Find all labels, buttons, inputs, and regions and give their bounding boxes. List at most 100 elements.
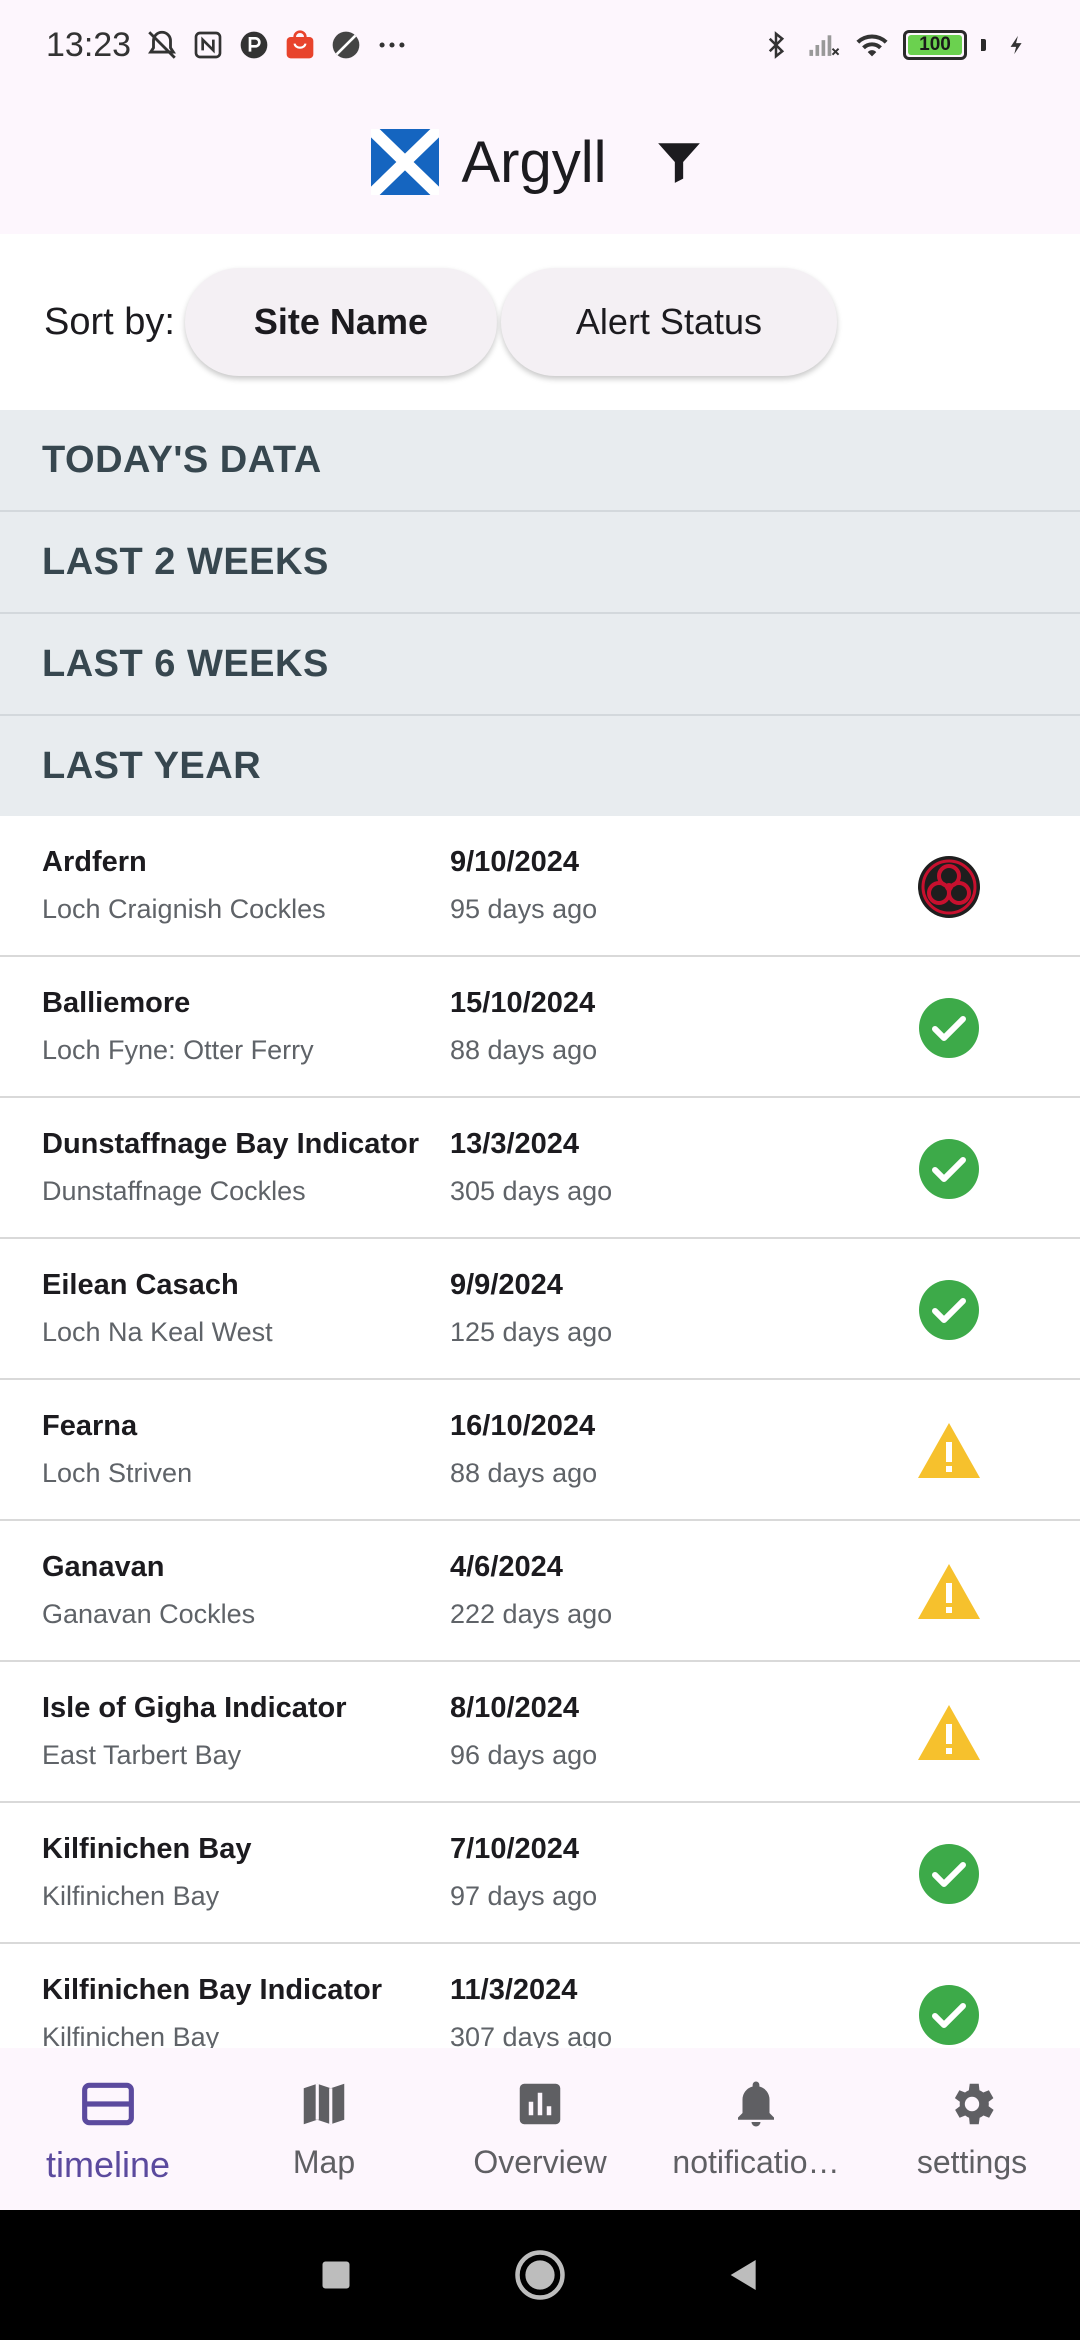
list-item[interactable]: Kilfinichen Bay Indicator Kilfinichen Bay…	[0, 1944, 1080, 2048]
filter-button[interactable]	[649, 132, 709, 192]
site-name: Ganavan	[42, 1551, 165, 1583]
site-area: Kilfinichen Bay	[42, 1881, 220, 1911]
bluetooth-icon	[759, 28, 793, 62]
nav-label-settings: settings	[916, 2144, 1028, 2180]
signal-icon	[807, 28, 841, 62]
site-area: Kilfinichen Bay	[42, 2022, 220, 2048]
section-last-year[interactable]: LAST YEAR	[0, 716, 1080, 818]
days-ago: 307 days ago	[450, 2022, 613, 2048]
home-button[interactable]	[513, 2248, 567, 2302]
sample-date: 4/6/2024	[450, 1551, 563, 1583]
site-area: Loch Craignish Cockles	[42, 894, 326, 924]
list-item[interactable]: Kilfinichen Bay Kilfinichen Bay 7/10/2024 9…	[0, 1803, 1080, 1944]
battery-level: 100	[919, 34, 951, 55]
app-bar: Argyll	[0, 90, 1080, 234]
bottom-navigation: timeline Map Overview notificatio… setti…	[0, 2048, 1080, 2210]
days-ago: 88 days ago	[450, 1458, 598, 1488]
sort-site-name-chip[interactable]: Site Name	[184, 268, 497, 376]
site-area: East Tarbert Bay	[42, 1740, 242, 1770]
check-circle-icon	[916, 1277, 982, 1343]
site-name: Isle of Gigha Indicator	[42, 1692, 347, 1724]
check-circle-icon	[916, 995, 982, 1061]
list-item[interactable]: Isle of Gigha Indicator East Tarbert Bay 8…	[0, 1662, 1080, 1803]
muted-alarm-icon	[145, 28, 179, 62]
list-item[interactable]: Fearna Loch Striven 16/10/2024 88 days ago	[0, 1380, 1080, 1521]
nav-notifications[interactable]: notificatio…	[648, 2048, 864, 2210]
wifi-icon	[855, 28, 889, 62]
sample-date: 11/3/2024	[450, 1974, 578, 2006]
sort-label: Sort by:	[44, 300, 175, 343]
nfc-icon	[191, 28, 225, 62]
sort-alert-status-chip[interactable]: Alert Status	[500, 268, 837, 376]
back-button[interactable]	[717, 2248, 771, 2302]
site-name: Balliemore	[42, 987, 191, 1019]
recents-button[interactable]	[309, 2248, 363, 2302]
bell-icon	[726, 2074, 786, 2134]
status-time: 13:23	[46, 25, 132, 64]
nav-label-notifications: notificatio…	[672, 2144, 840, 2180]
status-bar: 13:23 100	[0, 0, 1080, 90]
sample-date: 8/10/2024	[450, 1692, 580, 1724]
section-last-2-weeks[interactable]: LAST 2 WEEKS	[0, 512, 1080, 614]
shopping-app-icon	[283, 28, 317, 62]
days-ago: 88 days ago	[450, 1035, 598, 1065]
warning-triangle-icon	[916, 1559, 982, 1625]
site-area: Dunstaffnage Cockles	[42, 1176, 306, 1206]
days-ago: 95 days ago	[450, 894, 598, 924]
section-last-6-weeks[interactable]: LAST 6 WEEKS	[0, 614, 1080, 716]
charging-icon	[1000, 28, 1034, 62]
nav-label-overview: Overview	[473, 2144, 607, 2180]
nav-overview[interactable]: Overview	[432, 2048, 648, 2210]
site-name: Dunstaffnage Bay Indicator	[42, 1128, 420, 1160]
nav-timeline[interactable]: timeline	[0, 2048, 216, 2210]
app-p-icon	[237, 28, 271, 62]
site-list[interactable]: Ardfern Loch Craignish Cockles 9/10/2024 95…	[0, 816, 1080, 2048]
battery-indicator: 100	[903, 30, 967, 60]
site-name: Kilfinichen Bay	[42, 1833, 252, 1865]
warning-triangle-icon	[916, 1418, 982, 1484]
sample-date: 16/10/2024	[450, 1410, 596, 1442]
system-navigation-bar	[0, 2210, 1080, 2340]
nav-map[interactable]: Map	[216, 2048, 432, 2210]
more-icon	[375, 28, 409, 62]
check-circle-icon	[916, 1982, 982, 2048]
list-item[interactable]: Balliemore Loch Fyne: Otter Ferry 15/10/20…	[0, 957, 1080, 1098]
days-ago: 305 days ago	[450, 1176, 613, 1206]
filter-icon	[657, 143, 700, 183]
site-name: Kilfinichen Bay Indicator	[42, 1974, 382, 2006]
timeline-icon	[78, 2074, 138, 2134]
square-icon	[322, 2261, 350, 2289]
site-area: Loch Fyne: Otter Ferry	[42, 1035, 314, 1065]
section-todays-data[interactable]: TODAY'S DATA	[0, 410, 1080, 512]
bar-chart-icon	[510, 2074, 570, 2134]
days-ago: 97 days ago	[450, 1881, 598, 1911]
list-item[interactable]: Ardfern Loch Craignish Cockles 9/10/2024 95…	[0, 816, 1080, 957]
nav-label-timeline: timeline	[45, 2144, 171, 2185]
list-item[interactable]: Dunstaffnage Bay Indicator Dunstaffnage C…	[0, 1098, 1080, 1239]
status-notification-icons	[145, 28, 409, 62]
site-area: Ganavan Cockles	[42, 1599, 256, 1629]
site-area: Loch Striven	[42, 1458, 193, 1488]
site-area: Loch Na Keal West	[42, 1317, 273, 1347]
gear-icon	[942, 2074, 1002, 2134]
warning-triangle-icon	[916, 1700, 982, 1766]
sample-date: 15/10/2024	[450, 987, 596, 1019]
list-item[interactable]: Ganavan Ganavan Cockles 4/6/2024 222 days a…	[0, 1521, 1080, 1662]
home-circle-icon	[515, 2250, 565, 2300]
back-triangle-icon	[730, 2260, 756, 2290]
days-ago: 96 days ago	[450, 1740, 598, 1770]
site-name: Ardfern	[42, 846, 147, 878]
days-ago: 125 days ago	[450, 1317, 613, 1347]
nav-settings[interactable]: settings	[864, 2048, 1080, 2210]
sample-date: 13/3/2024	[450, 1128, 580, 1160]
check-circle-icon	[916, 1136, 982, 1202]
status-system-icons: 100	[759, 28, 1034, 62]
list-item[interactable]: Eilean Casach Loch Na Keal West 9/9/2024 12…	[0, 1239, 1080, 1380]
site-name: Fearna	[42, 1410, 138, 1442]
app-circle-icon	[329, 28, 363, 62]
page-title: Argyll	[461, 129, 607, 195]
sample-date: 9/9/2024	[450, 1269, 563, 1301]
sample-date: 7/10/2024	[450, 1833, 580, 1865]
sort-row: Sort by: Site Name Alert Status	[0, 234, 1080, 410]
days-ago: 222 days ago	[450, 1599, 613, 1629]
